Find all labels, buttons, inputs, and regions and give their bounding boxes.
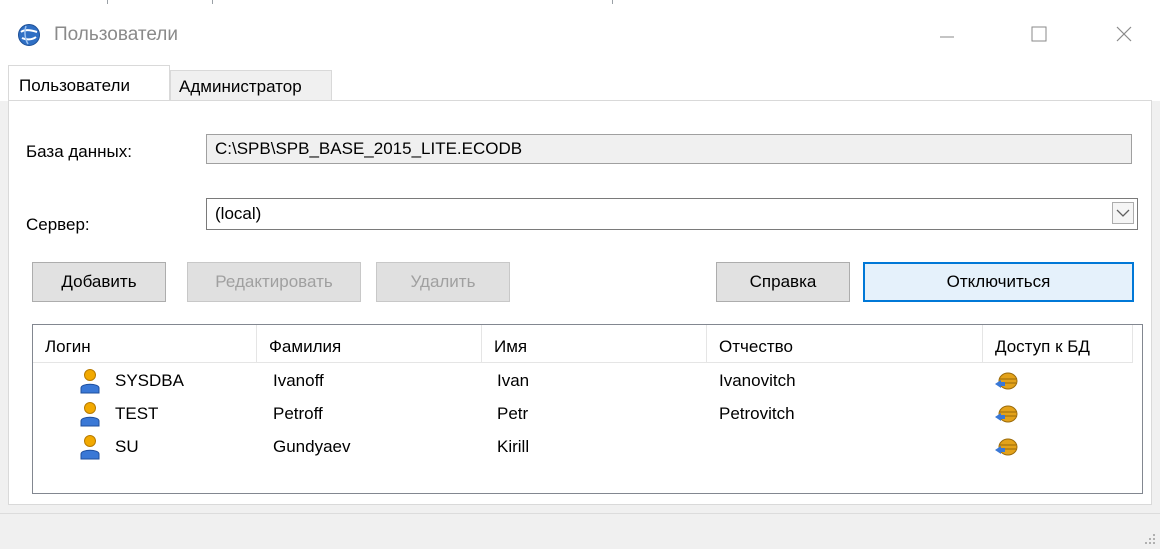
- user-icon: [80, 402, 100, 427]
- cell-last-name: Petroff: [273, 404, 323, 423]
- table-row[interactable]: TEST Petroff Petr Petrovitch: [33, 397, 1133, 430]
- users-list[interactable]: Логин Фамилия Имя Отчество Доступ к БД S…: [32, 324, 1143, 494]
- top-edge-tick: [212, 0, 213, 4]
- cell-first-name: Petr: [497, 404, 529, 423]
- database-path-field[interactable]: C:\SPB\SPB_BASE_2015_LITE.ECODB: [206, 134, 1132, 164]
- column-header-login[interactable]: Логин: [33, 325, 257, 363]
- users-window: Пользователи Пользователи Администратор …: [0, 0, 1160, 549]
- maximize-icon: [1031, 26, 1047, 42]
- cell-first-name: Kirill: [497, 437, 530, 456]
- cell-last-name: Ivanoff: [273, 371, 324, 390]
- db-access-icon: [995, 372, 1018, 390]
- table-row[interactable]: SU Gundyaev Kirill: [33, 430, 1133, 463]
- tab-administrator[interactable]: Администратор: [170, 70, 332, 101]
- database-label: База данных:: [26, 142, 132, 161]
- close-icon: [1116, 26, 1132, 42]
- db-access-icon: [995, 438, 1018, 456]
- top-edge-tick: [612, 0, 613, 4]
- column-header-db-access[interactable]: Доступ к БД: [983, 325, 1133, 363]
- cell-patronymic: Ivanovitch: [719, 371, 796, 390]
- user-icon: [80, 435, 100, 460]
- cell-login: SYSDBA: [115, 371, 184, 390]
- cell-first-name: Ivan: [497, 371, 530, 390]
- cell-login: TEST: [115, 404, 159, 423]
- top-edge-tick: [107, 0, 108, 4]
- add-user-button[interactable]: Добавить: [32, 262, 166, 302]
- column-header-last-name[interactable]: Фамилия: [257, 325, 482, 363]
- window-top-edge: [0, 0, 1160, 7]
- delete-user-button[interactable]: Удалить: [376, 262, 510, 302]
- edit-user-button[interactable]: Редактировать: [187, 262, 361, 302]
- tab-users[interactable]: Пользователи: [8, 65, 170, 102]
- table-row[interactable]: SYSDBA Ivanoff Ivan Ivanovitch: [33, 364, 1133, 397]
- server-select[interactable]: (local): [206, 198, 1138, 230]
- globe-app-icon: [18, 24, 40, 46]
- close-button[interactable]: [1094, 7, 1154, 61]
- window-title: Пользователи: [54, 24, 179, 45]
- status-bar: [0, 513, 1160, 549]
- column-header-patronymic[interactable]: Отчество: [707, 325, 983, 363]
- user-icon: [80, 369, 100, 394]
- disconnect-button[interactable]: Отключиться: [863, 262, 1134, 302]
- title-bar[interactable]: Пользователи: [0, 7, 1160, 61]
- help-button[interactable]: Справка: [716, 262, 850, 302]
- users-list-header: Логин Фамилия Имя Отчество Доступ к БД: [33, 325, 1133, 363]
- column-header-first-name[interactable]: Имя: [482, 325, 707, 363]
- db-access-icon: [995, 405, 1018, 423]
- maximize-button[interactable]: [1009, 7, 1069, 61]
- minimize-button[interactable]: [917, 7, 977, 61]
- cell-patronymic: Petrovitch: [719, 404, 795, 423]
- server-dropdown-button[interactable]: [1112, 202, 1134, 224]
- cell-last-name: Gundyaev: [273, 437, 351, 456]
- tab-bar: Пользователи Администратор: [0, 61, 1160, 102]
- resize-grip-icon[interactable]: [1144, 533, 1156, 545]
- server-label: Сервер:: [26, 215, 90, 234]
- chevron-down-icon: [1116, 209, 1130, 217]
- minimize-icon: [940, 36, 954, 38]
- cell-login: SU: [115, 437, 139, 456]
- server-select-value: (local): [215, 204, 262, 223]
